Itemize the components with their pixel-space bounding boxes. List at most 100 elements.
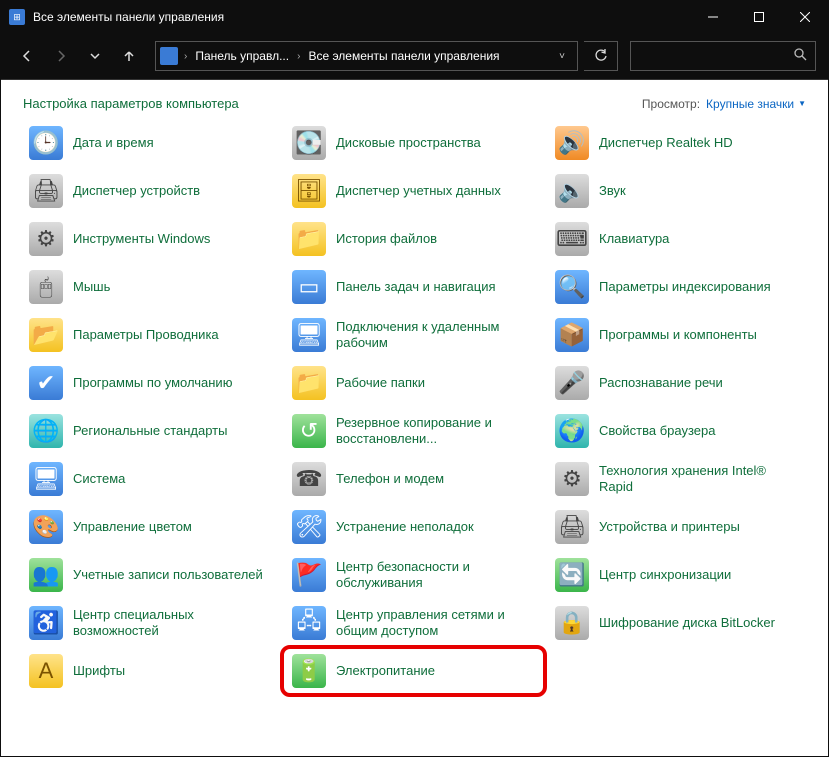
address-dropdown[interactable]: ˅ — [551, 51, 573, 62]
cpl-item[interactable]: 🌐Региональные стандарты — [23, 407, 280, 455]
cpl-item[interactable]: 🔍 Параметры индексирования — [549, 263, 806, 311]
cpl-item[interactable]: 🖱Мышь — [23, 263, 280, 311]
cpl-item-icon: 🔍 — [555, 270, 589, 304]
up-button[interactable] — [115, 42, 143, 70]
cpl-item-icon: 🖥 — [29, 462, 63, 496]
cpl-item-label: Звук — [599, 183, 626, 199]
address-bar[interactable]: › Панель управл... › Все элементы панели… — [155, 41, 578, 71]
cpl-item[interactable]: 🎤 Распознавание речи — [549, 359, 806, 407]
cpl-item-label: Электропитание — [336, 663, 435, 679]
chevron-down-icon: ▼ — [798, 99, 806, 108]
window-frame: ⊞ Все элементы панели управления › Па — [0, 0, 829, 757]
cpl-item-label: Дисковые пространства — [336, 135, 481, 151]
cpl-item-label: Региональные стандарты — [73, 423, 227, 439]
view-dropdown[interactable]: Крупные значки ▼ — [706, 97, 806, 111]
cpl-item[interactable]: 🌍Свойства браузера — [549, 407, 806, 455]
forward-button[interactable] — [47, 42, 75, 70]
cpl-item-label: Рабочие папки — [336, 375, 425, 391]
cpl-item-label: Клавиатура — [599, 231, 669, 247]
cpl-item-icon: A — [29, 654, 63, 688]
cpl-item[interactable]: ▭Панель задач и навигация — [286, 263, 543, 311]
breadcrumb-part1[interactable]: Панель управл... — [193, 49, 291, 63]
items-grid: 🕒Дата и время 💽 Дисковые пространства 🔊Дисп… — [23, 119, 806, 695]
cpl-item-icon: 🎤 — [555, 366, 589, 400]
cpl-item-label: Управление цветом — [73, 519, 192, 535]
cpl-item-label: Резервное копирование и восстановлени... — [336, 415, 537, 448]
cpl-item-icon: ▭ — [292, 270, 326, 304]
cpl-item[interactable]: 👥Учетные записи пользователей — [23, 551, 280, 599]
cpl-item[interactable]: 🔒 Шифрование диска BitLocker — [549, 599, 806, 647]
search-input[interactable] — [630, 41, 816, 71]
cpl-item-icon: ✔ — [29, 366, 63, 400]
cpl-item[interactable]: 📂Параметры Проводника — [23, 311, 280, 359]
cpl-item-label: Программы по умолчанию — [73, 375, 232, 391]
content-pane: Настройка параметров компьютера Просмотр… — [1, 79, 828, 756]
cpl-item[interactable]: ♿Центр специальных возможностей — [23, 599, 280, 647]
window-title: Все элементы панели управления — [33, 10, 224, 24]
cpl-item-icon: ☎ — [292, 462, 326, 496]
refresh-button[interactable] — [584, 41, 618, 71]
cpl-item-label: Программы и компоненты — [599, 327, 757, 343]
cpl-item[interactable]: 🔈Звук — [549, 167, 806, 215]
cpl-item[interactable]: A Шрифты — [23, 647, 280, 695]
control-panel-icon — [160, 47, 178, 65]
cpl-item[interactable]: ⚙ Технология хранения Intel® Rapid — [549, 455, 806, 503]
cpl-item-label: Учетные записи пользователей — [73, 567, 263, 583]
cpl-item-icon: 🔊 — [555, 126, 589, 160]
cpl-item-label: Шифрование диска BitLocker — [599, 615, 775, 631]
cpl-item[interactable]: 🖥Система — [23, 455, 280, 503]
cpl-item-label: Технология хранения Intel® Rapid — [599, 463, 800, 496]
maximize-button[interactable] — [736, 1, 782, 33]
cpl-item-icon: 🔄 — [555, 558, 589, 592]
cpl-item-icon: 🎨 — [29, 510, 63, 544]
cpl-item[interactable]: 🖨 Устройства и принтеры — [549, 503, 806, 551]
cpl-item-icon: ↺ — [292, 414, 326, 448]
cpl-item-label: Шрифты — [73, 663, 125, 679]
breadcrumb-part2[interactable]: Все элементы панели управления — [306, 49, 501, 63]
chevron-right-icon: › — [182, 51, 189, 62]
cpl-item-icon: ⚙ — [555, 462, 589, 496]
cpl-item[interactable]: 🖧Центр управления сетями и общим доступо… — [286, 599, 543, 647]
cpl-item-label: Распознавание речи — [599, 375, 723, 391]
cpl-item[interactable]: 🔊Диспетчер Realtek HD — [549, 119, 806, 167]
cpl-item[interactable]: 🔋 Электропитание — [286, 647, 543, 695]
cpl-item-icon: 🖨 — [555, 510, 589, 544]
cpl-item-icon: 🔒 — [555, 606, 589, 640]
cpl-item[interactable]: 🛠Устранение неполадок — [286, 503, 543, 551]
close-button[interactable] — [782, 1, 828, 33]
page-title: Настройка параметров компьютера — [23, 96, 239, 111]
cpl-item[interactable]: ↺ Резервное копирование и восстановлени..… — [286, 407, 543, 455]
cpl-item-icon: 💽 — [292, 126, 326, 160]
back-button[interactable] — [13, 42, 41, 70]
cpl-item-icon: 🌍 — [555, 414, 589, 448]
cpl-item[interactable]: ☎ Телефон и модем — [286, 455, 543, 503]
cpl-item-icon: 🖨 — [29, 174, 63, 208]
cpl-item[interactable]: 🎨 Управление цветом — [23, 503, 280, 551]
cpl-item-label: Телефон и модем — [336, 471, 444, 487]
cpl-item[interactable]: 📁История файлов — [286, 215, 543, 263]
cpl-item[interactable]: ✔ Программы по умолчанию — [23, 359, 280, 407]
cpl-item[interactable]: ⌨Клавиатура — [549, 215, 806, 263]
cpl-item[interactable]: 🖥Подключения к удаленным рабочим — [286, 311, 543, 359]
cpl-item-icon: 🕒 — [29, 126, 63, 160]
cpl-item[interactable]: 🚩Центр безопасности и обслуживания — [286, 551, 543, 599]
cpl-item-icon: 🖧 — [292, 606, 326, 640]
cpl-item[interactable]: 🕒Дата и время — [23, 119, 280, 167]
minimize-button[interactable] — [690, 1, 736, 33]
history-dropdown[interactable] — [81, 42, 109, 70]
cpl-item-icon: ♿ — [29, 606, 63, 640]
cpl-item[interactable]: ⚙Инструменты Windows — [23, 215, 280, 263]
cpl-item-icon: 📁 — [292, 366, 326, 400]
cpl-item-icon: 🔋 — [292, 654, 326, 688]
cpl-item[interactable]: 🔄Центр синхронизации — [549, 551, 806, 599]
cpl-item[interactable]: 📦Программы и компоненты — [549, 311, 806, 359]
cpl-item-label: Параметры индексирования — [599, 279, 771, 295]
cpl-item-icon: 🚩 — [292, 558, 326, 592]
cpl-item[interactable]: 📁 Рабочие папки — [286, 359, 543, 407]
cpl-item-label: Устройства и принтеры — [599, 519, 740, 535]
cpl-item[interactable]: 🖨Диспетчер устройств — [23, 167, 280, 215]
cpl-item-icon: 🛠 — [292, 510, 326, 544]
cpl-item[interactable]: 🗄Диспетчер учетных данных — [286, 167, 543, 215]
title-bar: ⊞ Все элементы панели управления — [1, 1, 828, 33]
cpl-item[interactable]: 💽 Дисковые пространства — [286, 119, 543, 167]
